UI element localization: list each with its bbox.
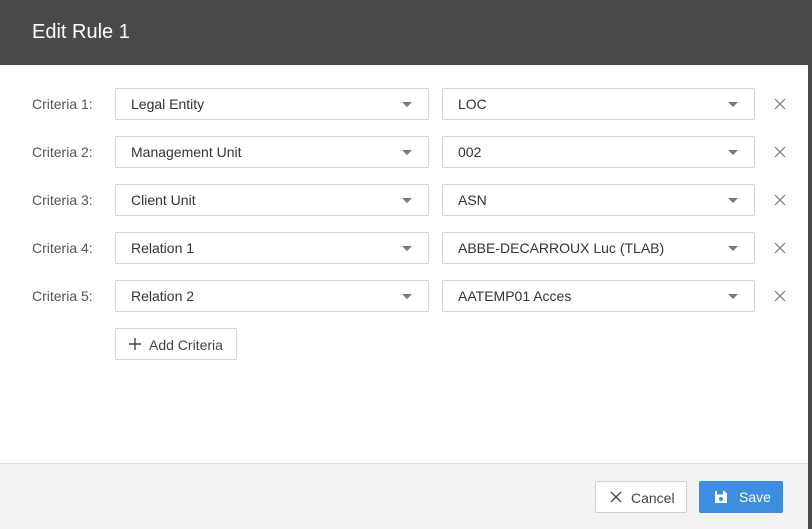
chevron-down-icon (402, 150, 412, 155)
criteria-label: Criteria 5: (32, 288, 93, 304)
dialog-header: Edit Rule 1 (0, 0, 808, 65)
plus-icon (129, 338, 141, 350)
window-edge (808, 0, 812, 529)
chevron-down-icon (402, 246, 412, 251)
criteria-value-select[interactable]: ASN (442, 184, 755, 216)
criteria-row-1: Criteria 1: Legal Entity LOC (0, 88, 808, 122)
close-icon[interactable] (772, 288, 788, 304)
add-criteria-button[interactable]: Add Criteria (115, 328, 237, 360)
chevron-down-icon (728, 198, 738, 203)
close-icon (610, 491, 622, 503)
criteria-field-value: Relation 2 (131, 288, 195, 304)
criteria-field-select[interactable]: Relation 2 (115, 280, 429, 312)
chevron-down-icon (728, 294, 738, 299)
chevron-down-icon (728, 150, 738, 155)
save-label: Save (739, 489, 771, 505)
criteria-label: Criteria 3: (32, 192, 93, 208)
criteria-field-select[interactable]: Management Unit (115, 136, 429, 168)
criteria-row-4: Criteria 4: Relation 1 ABBE-DECARROUX Lu… (0, 232, 808, 266)
criteria-value-select[interactable]: AATEMP01 Acces (442, 280, 755, 312)
chevron-down-icon (402, 102, 412, 107)
chevron-down-icon (728, 246, 738, 251)
criteria-value-text: AATEMP01 Acces (458, 288, 572, 304)
criteria-row-3: Criteria 3: Client Unit ASN (0, 184, 808, 218)
criteria-field-value: Client Unit (131, 192, 196, 208)
floppy-disk-icon (715, 491, 727, 503)
criteria-value-select[interactable]: LOC (442, 88, 755, 120)
chevron-down-icon (402, 294, 412, 299)
criteria-label: Criteria 2: (32, 144, 93, 160)
criteria-field-value: Management Unit (131, 144, 242, 160)
criteria-field-select[interactable]: Legal Entity (115, 88, 429, 120)
close-icon[interactable] (772, 240, 788, 256)
criteria-value-text: 002 (458, 144, 482, 160)
criteria-value-select[interactable]: 002 (442, 136, 755, 168)
criteria-field-select[interactable]: Relation 1 (115, 232, 429, 264)
criteria-label: Criteria 4: (32, 240, 93, 256)
criteria-field-value: Relation 1 (131, 240, 195, 256)
criteria-value-text: ABBE-DECARROUX Luc (TLAB) (458, 240, 665, 256)
criteria-row-2: Criteria 2: Management Unit 002 (0, 136, 808, 170)
chevron-down-icon (728, 102, 738, 107)
dialog-title: Edit Rule 1 (32, 21, 130, 43)
edit-rule-dialog: Edit Rule 1 Criteria 1: Legal Entity LOC… (0, 0, 812, 529)
close-icon[interactable] (772, 96, 788, 112)
cancel-label: Cancel (631, 490, 675, 506)
chevron-down-icon (402, 198, 412, 203)
criteria-value-text: ASN (458, 192, 487, 208)
criteria-field-value: Legal Entity (131, 96, 205, 112)
save-button[interactable]: Save (699, 481, 783, 513)
criteria-field-select[interactable]: Client Unit (115, 184, 429, 216)
close-icon[interactable] (772, 192, 788, 208)
criteria-value-text: LOC (458, 96, 487, 112)
add-criteria-label: Add Criteria (149, 337, 223, 353)
dialog-footer: Cancel Save (0, 463, 808, 529)
criteria-label: Criteria 1: (32, 96, 93, 112)
close-icon[interactable] (772, 144, 788, 160)
cancel-button[interactable]: Cancel (595, 481, 687, 513)
criteria-value-select[interactable]: ABBE-DECARROUX Luc (TLAB) (442, 232, 755, 264)
criteria-row-5: Criteria 5: Relation 2 AATEMP01 Acces (0, 280, 808, 314)
